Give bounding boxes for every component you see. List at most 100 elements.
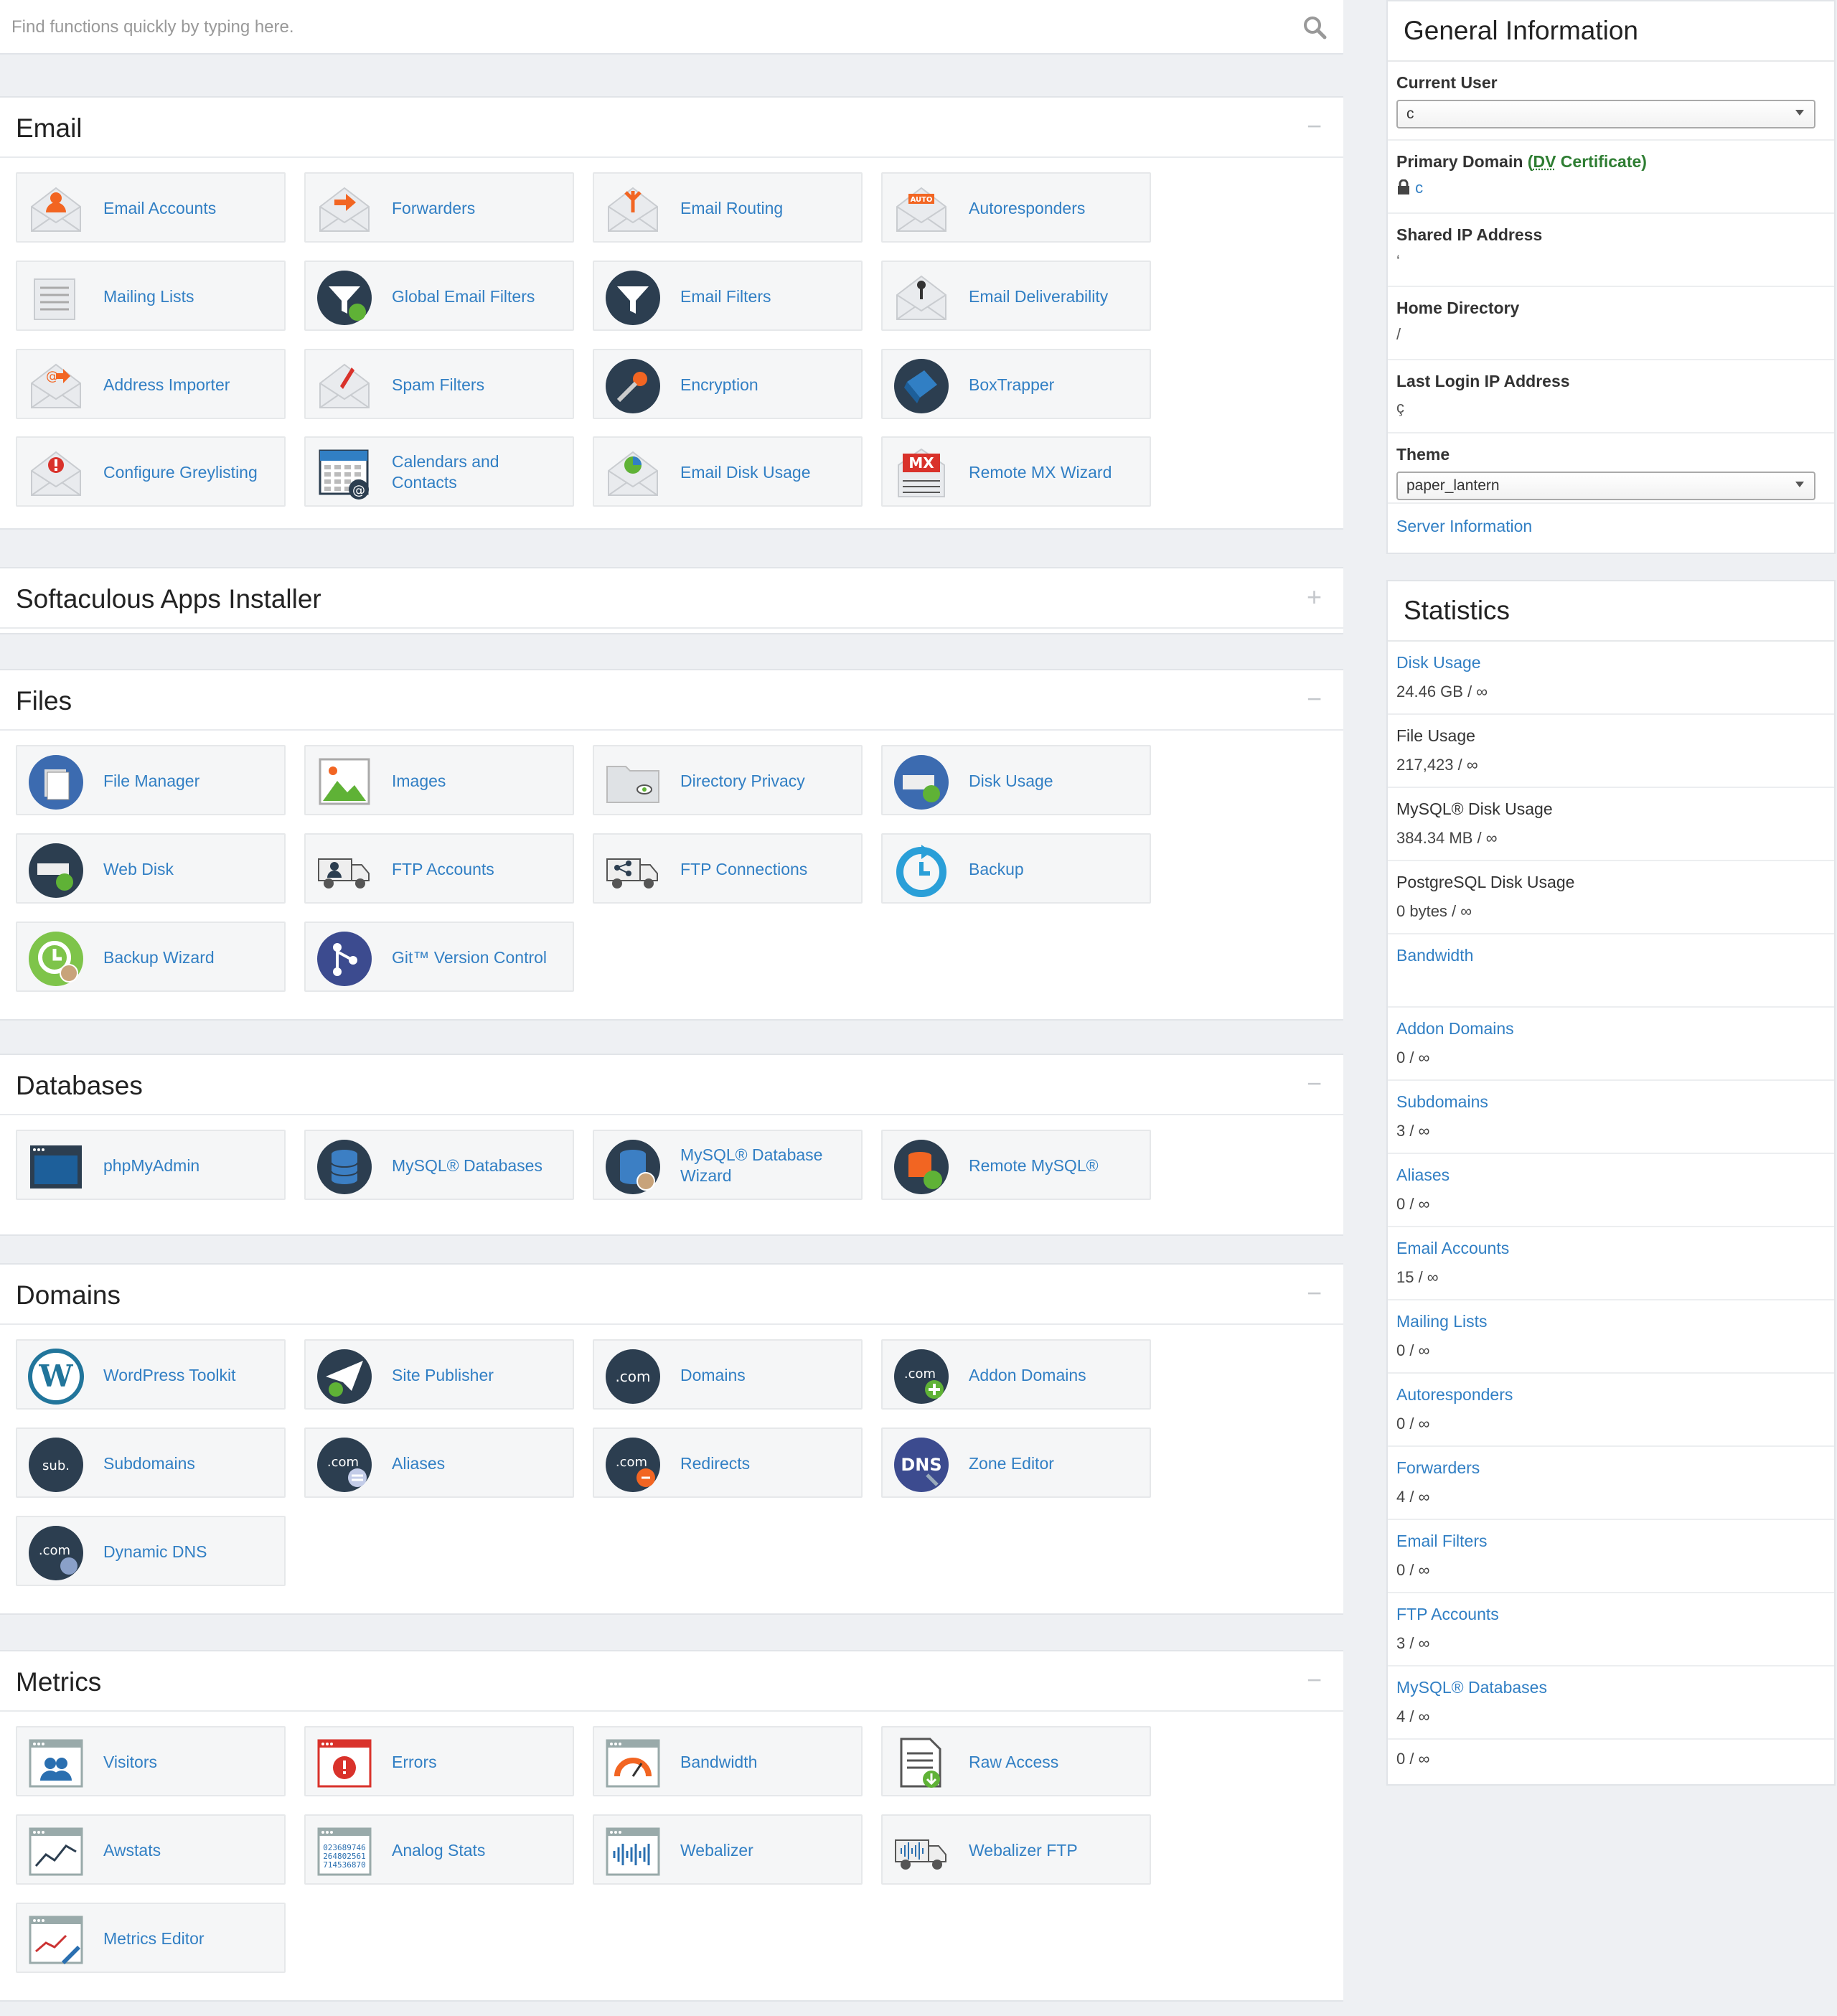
collapse-icon[interactable]: − [1307, 685, 1322, 713]
tile-backup-wizard[interactable]: Backup Wizard [16, 922, 286, 992]
webalizer-ftp-icon [893, 1823, 950, 1880]
tile-images[interactable]: Images [304, 745, 574, 815]
tile-label: File Manager [103, 771, 200, 790]
aliases-icon: .com [316, 1436, 373, 1494]
stat-label[interactable]: MySQL® Databases [1396, 1678, 1834, 1697]
stat-value: 3 / ∞ [1396, 1634, 1430, 1652]
collapse-icon[interactable]: − [1307, 1666, 1322, 1694]
ftp-connections-icon [604, 842, 662, 899]
tile-boxtrapper[interactable]: BoxTrapper [881, 349, 1151, 419]
stat-label[interactable]: Forwarders [1396, 1458, 1834, 1478]
tile-phpmyadmin[interactable]: phpMyAdmin [16, 1130, 286, 1200]
stat-label[interactable]: Addon Domains [1396, 1019, 1834, 1039]
stat-label[interactable]: Bandwidth [1396, 946, 1834, 965]
tile-address-importer[interactable]: @ Address Importer [16, 349, 286, 419]
current-user-select[interactable]: c [1396, 100, 1815, 128]
primary-domain-value: c [1396, 172, 1834, 200]
tile-ftp-accounts[interactable]: FTP Accounts [304, 833, 574, 904]
tile-subdomains[interactable]: sub. Subdomains [16, 1427, 286, 1498]
stat-label[interactable]: Aliases [1396, 1166, 1834, 1185]
section-header[interactable]: Domains − [0, 1265, 1343, 1325]
stat-label[interactable]: Email Filters [1396, 1532, 1834, 1551]
tile-ftp-connections[interactable]: FTP Connections [593, 833, 863, 904]
collapse-icon[interactable]: − [1307, 1069, 1322, 1098]
tile-label: Redirects [680, 1453, 751, 1473]
tile-spam-filters[interactable]: Spam Filters [304, 349, 574, 419]
tile-email-disk-usage[interactable]: Email Disk Usage [593, 436, 863, 507]
stat-value: 217,423 / ∞ [1396, 756, 1478, 774]
section-header[interactable]: Metrics − [0, 1651, 1343, 1712]
stat-label[interactable]: Subdomains [1396, 1092, 1834, 1112]
tile-file-manager[interactable]: File Manager [16, 745, 286, 815]
tile-label: Metrics Editor [103, 1928, 205, 1948]
section-header[interactable]: Softaculous Apps Installer + [0, 568, 1343, 629]
tile-raw-access[interactable]: Raw Access [881, 1726, 1151, 1796]
stat-label[interactable]: FTP Accounts [1396, 1605, 1834, 1624]
tile-label: Awstats [103, 1840, 161, 1860]
tile-label: Analog Stats [392, 1840, 486, 1860]
tile-awstats[interactable]: Awstats [16, 1814, 286, 1885]
tile-mysql-databases[interactable]: MySQL® Databases [304, 1130, 574, 1200]
search-input[interactable] [11, 13, 1274, 42]
tile-zone-editor[interactable]: DNS Zone Editor [881, 1427, 1151, 1498]
tile-wordpress[interactable]: W WordPress Toolkit [16, 1339, 286, 1410]
tile-dynamic-dns[interactable]: .com Dynamic DNS [16, 1516, 286, 1586]
tile-label: Address Importer [103, 375, 230, 394]
tile-webalizer-ftp[interactable]: Webalizer FTP [881, 1814, 1151, 1885]
stat-label[interactable]: Mailing Lists [1396, 1312, 1834, 1331]
tile-email-routing[interactable]: Email Routing [593, 172, 863, 243]
tile-directory-privacy[interactable]: Directory Privacy [593, 745, 863, 815]
tile-mysql-wizard[interactable]: MySQL® Database Wizard [593, 1130, 863, 1200]
tile-metrics-editor[interactable]: Metrics Editor [16, 1903, 286, 1973]
tile-email-accounts[interactable]: Email Accounts [16, 172, 286, 243]
tile-greylisting[interactable]: Configure Greylisting [16, 436, 286, 507]
tile-visitors[interactable]: Visitors [16, 1726, 286, 1796]
section-header[interactable]: Files − [0, 670, 1343, 731]
theme-select[interactable]: paper_lantern [1396, 472, 1815, 500]
tile-bandwidth[interactable]: Bandwidth [593, 1726, 863, 1796]
section-title: Email [16, 113, 83, 143]
tile-email-deliverability[interactable]: Email Deliverability [881, 261, 1151, 331]
home-directory-value: / [1396, 325, 1401, 343]
email-routing-icon [604, 181, 662, 238]
stat-label[interactable]: Disk Usage [1396, 653, 1834, 672]
section-title: Files [16, 686, 72, 716]
tile-autoresponders[interactable]: AUTO Autoresponders [881, 172, 1151, 243]
tile-addon-domains[interactable]: .com Addon Domains [881, 1339, 1151, 1410]
tile-web-disk[interactable]: Web Disk [16, 833, 286, 904]
stat-value: 4 / ∞ [1396, 1488, 1430, 1506]
search-icon[interactable] [1302, 14, 1328, 40]
chevron-down-icon [1795, 110, 1804, 116]
tile-analog-stats[interactable]: 023689746 264802561 714536870 Analog Stats [304, 1814, 574, 1885]
tile-site-publisher[interactable]: Site Publisher [304, 1339, 574, 1410]
stat-label[interactable]: Autoresponders [1396, 1385, 1834, 1405]
tile-label: Webalizer [680, 1840, 753, 1860]
tile-encryption[interactable]: Encryption [593, 349, 863, 419]
tile-remote-mysql[interactable]: Remote MySQL® [881, 1130, 1151, 1200]
tile-backup[interactable]: Backup [881, 833, 1151, 904]
tile-domains[interactable]: .com Domains [593, 1339, 863, 1410]
section-header[interactable]: Databases − [0, 1055, 1343, 1115]
tile-errors[interactable]: Errors [304, 1726, 574, 1796]
tile-remote-mx[interactable]: MX Remote MX Wizard [881, 436, 1151, 507]
tile-disk-usage[interactable]: Disk Usage [881, 745, 1151, 815]
tile-webalizer[interactable]: Webalizer [593, 1814, 863, 1885]
dv-abbr[interactable]: DV [1533, 152, 1556, 171]
collapse-icon[interactable]: − [1307, 1279, 1322, 1308]
tile-git[interactable]: Git™ Version Control [304, 922, 574, 992]
tile-aliases[interactable]: .com Aliases [304, 1427, 574, 1498]
expand-icon[interactable]: + [1307, 583, 1322, 611]
tile-mailing-lists[interactable]: Mailing Lists [16, 261, 286, 331]
server-information-link[interactable]: Server Information [1396, 517, 1532, 535]
site-publisher-icon [316, 1348, 373, 1405]
tile-label: Directory Privacy [680, 771, 805, 790]
tile-forwarders[interactable]: Forwarders [304, 172, 574, 243]
tile-calendars[interactable]: @ Calendars and Contacts [304, 436, 574, 507]
collapse-icon[interactable]: − [1307, 112, 1322, 141]
tile-email-filters[interactable]: Email Filters [593, 261, 863, 331]
stat-label[interactable]: Email Accounts [1396, 1239, 1834, 1258]
tile-global-email-filters[interactable]: Global Email Filters [304, 261, 574, 331]
autoresponders-icon: AUTO [893, 181, 950, 238]
tile-redirects[interactable]: .com Redirects [593, 1427, 863, 1498]
section-header[interactable]: Email − [0, 98, 1343, 158]
